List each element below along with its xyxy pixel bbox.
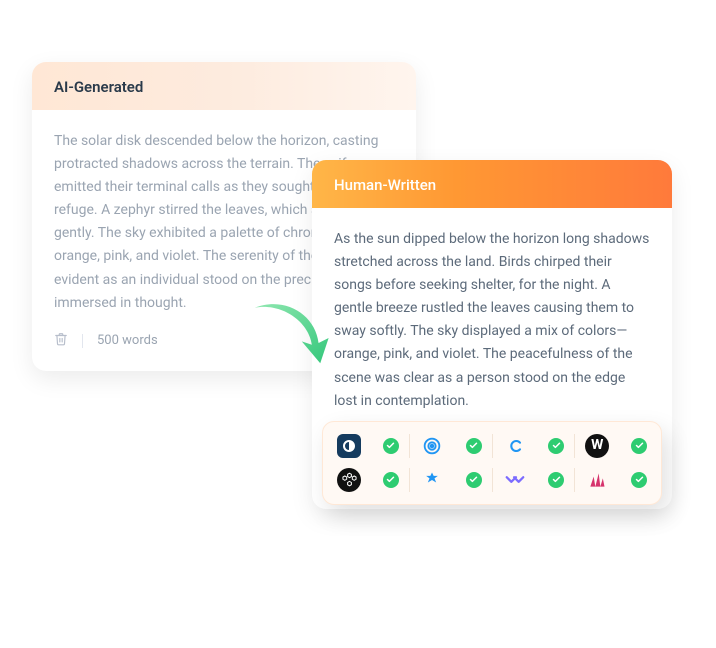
human-card-text: As the sun dipped below the horizon long… [334, 228, 650, 413]
trash-icon[interactable] [54, 331, 68, 351]
crossplag-icon [503, 468, 527, 492]
detector-originality [420, 434, 493, 458]
gptzero-icon [337, 434, 361, 458]
detector-openai [337, 468, 410, 492]
detector-sapling [420, 468, 493, 492]
detector-results: W [322, 421, 662, 505]
detector-row-1: W [337, 434, 647, 458]
human-card-body: As the sun dipped below the horizon long… [312, 208, 672, 509]
writer-icon: W [585, 434, 609, 458]
check-icon [631, 472, 647, 488]
contentscale-icon [585, 468, 609, 492]
check-icon [466, 438, 482, 454]
check-icon [548, 472, 564, 488]
detector-row-2 [337, 468, 647, 492]
ai-card-title: AI-Generated [32, 62, 416, 110]
detector-writer: W [585, 434, 647, 458]
openai-icon [337, 468, 361, 492]
check-icon [631, 438, 647, 454]
divider [82, 334, 83, 348]
word-count: 500 words [97, 333, 158, 348]
copyleaks-icon [503, 434, 527, 458]
check-icon [466, 472, 482, 488]
originality-icon [420, 434, 444, 458]
sapling-icon [420, 468, 444, 492]
detector-gptzero [337, 434, 410, 458]
check-icon [383, 438, 399, 454]
check-icon [548, 438, 564, 454]
check-icon [383, 472, 399, 488]
human-written-card: Human-Written As the sun dipped below th… [312, 160, 672, 509]
detector-crossplag [503, 468, 576, 492]
human-card-title: Human-Written [312, 160, 672, 208]
detector-copyleaks [503, 434, 576, 458]
detector-contentscale [585, 468, 647, 492]
